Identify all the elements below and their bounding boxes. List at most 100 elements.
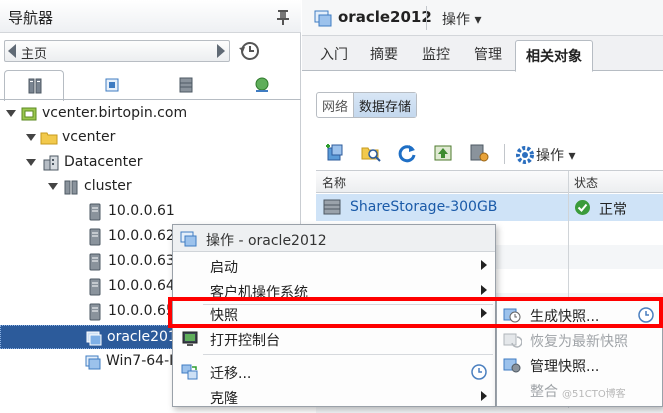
tree-label: 10.0.0.63 <box>108 253 175 269</box>
clock-icon <box>471 364 487 380</box>
table-row[interactable]: ShareStorage-300GB 正常 <box>316 194 663 221</box>
gear-icon[interactable] <box>514 144 536 166</box>
tree-item-datacenter[interactable]: Datacenter <box>0 151 301 175</box>
divider <box>504 144 505 164</box>
tree-item-host[interactable]: 10.0.0.61 <box>0 200 301 224</box>
tab-summary[interactable]: 摘要 <box>370 44 398 64</box>
tab-manage[interactable]: 管理 <box>474 44 502 64</box>
vm-icon <box>180 231 197 247</box>
menu-item-manage-snapshots[interactable]: 管理快照... <box>497 353 662 377</box>
menu-item-open-console[interactable]: 打开控制台 <box>173 327 495 351</box>
menu-item-label: 恢复为最新快照 <box>530 334 628 350</box>
datastore-settings-icon[interactable] <box>468 142 490 164</box>
submenu-arrow-icon <box>481 260 487 270</box>
expand-arrow-icon[interactable] <box>26 159 36 166</box>
highlight-box <box>168 297 663 328</box>
networking-tab[interactable] <box>232 70 292 100</box>
storage-tab[interactable] <box>156 70 216 100</box>
hosts-and-clusters-tab[interactable] <box>4 70 64 101</box>
context-menu-title: 操作 - oracle2012 <box>206 233 327 249</box>
migrate-icon <box>181 364 198 380</box>
tree-label: vcenter <box>62 129 116 145</box>
subtab-networks[interactable]: 网络 <box>317 93 353 117</box>
vms-templates-icon <box>105 78 119 92</box>
datacenter-icon <box>43 155 59 171</box>
vm-icon <box>314 10 332 27</box>
expand-arrow-icon[interactable] <box>26 134 36 141</box>
submenu-arrow-icon <box>481 391 487 401</box>
menu-item-label: 整合 <box>530 384 558 400</box>
tree-item-folder[interactable]: vcenter <box>0 126 301 150</box>
menu-item-clone[interactable]: 克隆 <box>173 385 495 409</box>
datastore-icon <box>323 199 341 215</box>
tree-label: 10.0.0.65 <box>108 303 175 319</box>
tree-label: 10.0.0.61 <box>108 203 175 219</box>
menu-item-revert-snapshot: 恢复为最新快照 <box>497 328 662 352</box>
status-text: 正常 <box>599 202 627 218</box>
back-label: 主页 <box>21 47 48 62</box>
object-title: oracle2012 <box>338 8 432 26</box>
column-header-status[interactable]: 状态 <box>574 174 598 191</box>
host-icon <box>89 228 101 246</box>
menu-item-power[interactable]: 启动 <box>173 254 495 278</box>
menu-item-label: 迁移... <box>210 366 252 382</box>
datastore-name-link[interactable]: ShareStorage-300GB <box>350 199 497 215</box>
network-icon <box>255 77 269 92</box>
divider <box>426 6 427 30</box>
add-datastore-icon[interactable] <box>324 142 346 164</box>
console-icon <box>182 331 198 346</box>
expand-arrow-icon[interactable] <box>48 183 58 190</box>
menu-item-label: 打开控制台 <box>210 333 280 349</box>
cluster-icon <box>64 180 78 195</box>
manage-snapshots-icon <box>503 358 521 373</box>
tree-label: Datacenter <box>64 154 143 170</box>
tree-label: 10.0.0.62 <box>108 228 175 244</box>
navigator-header: 导航器 <box>0 0 301 33</box>
navigator-title: 导航器 <box>8 9 54 27</box>
toolbar-actions-menu[interactable]: 操作 ▾ <box>536 145 575 165</box>
grid-header: 名称 状态 <box>316 171 663 193</box>
navigator-tabs <box>4 70 296 101</box>
subtab-datastores[interactable]: 数据存储 <box>353 93 417 117</box>
vcenter-server-icon <box>21 107 37 121</box>
object-header: oracle2012 操作 ▾ <box>302 0 663 36</box>
related-subtabs: 网络 数据存储 <box>316 92 418 118</box>
tab-related-objects[interactable]: 相关对象 <box>515 40 593 72</box>
datastore-toolbar: 操作 ▾ <box>302 140 663 168</box>
expand-arrow-icon[interactable] <box>6 110 16 117</box>
hosts-clusters-icon <box>28 78 42 94</box>
tree-label: cluster <box>84 178 132 194</box>
object-tabs: 入门 摘要 监控 管理 相关对象 <box>302 36 663 72</box>
vm-icon <box>85 355 101 370</box>
folder-icon <box>40 132 58 145</box>
watermark: @51CTO博客 <box>562 389 626 400</box>
history-icon[interactable] <box>237 39 261 63</box>
column-header-name[interactable]: 名称 <box>322 174 346 191</box>
tab-monitor[interactable]: 监控 <box>422 44 450 64</box>
pin-icon[interactable] <box>276 9 290 25</box>
tree-label: Win7-64-IP <box>106 353 182 369</box>
tree-item-vcenter-server[interactable]: vcenter.birtopin.com <box>0 102 301 126</box>
tree-label: vcenter.birtopin.com <box>42 105 188 121</box>
host-icon <box>89 278 101 296</box>
tree-label: 10.0.0.64 <box>108 278 175 294</box>
back-arrow-icon[interactable] <box>8 44 16 58</box>
tab-getting-started[interactable]: 入门 <box>320 44 348 64</box>
menu-item-label: 启动 <box>210 260 238 276</box>
menu-item-label: 管理快照... <box>530 359 600 375</box>
upload-icon[interactable] <box>432 142 454 164</box>
revert-snapshot-icon <box>503 333 522 348</box>
submenu-arrow-icon <box>481 285 487 295</box>
vms-and-templates-tab[interactable] <box>82 70 142 100</box>
refresh-icon[interactable] <box>396 142 418 164</box>
host-icon <box>89 203 101 221</box>
actions-menu-button[interactable]: 操作 ▾ <box>442 9 481 29</box>
browse-files-icon[interactable] <box>360 142 382 164</box>
tree-item-cluster[interactable]: cluster <box>0 175 301 199</box>
menu-item-migrate[interactable]: 迁移... <box>173 360 495 384</box>
host-icon <box>89 253 101 271</box>
forward-arrow-icon[interactable] <box>217 44 225 58</box>
context-menu-header: 操作 - oracle2012 <box>173 225 495 252</box>
back-navigation-bar[interactable]: 主页 <box>4 40 230 62</box>
menu-separator <box>203 354 493 355</box>
